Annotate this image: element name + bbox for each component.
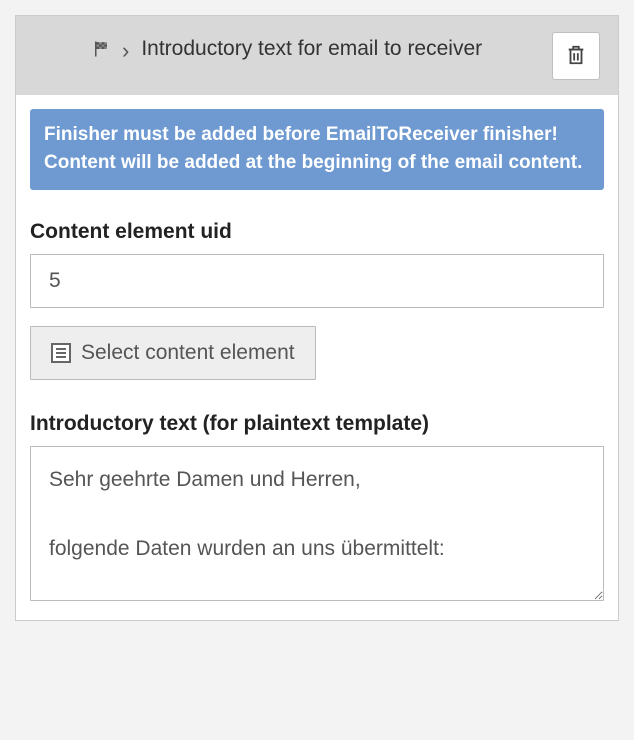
uid-input[interactable] bbox=[30, 254, 604, 308]
chevron-right-icon: › bbox=[122, 36, 129, 67]
select-content-element-button[interactable]: Select content element bbox=[30, 326, 316, 380]
finisher-panel: › Introductory text for email to receive… bbox=[15, 15, 619, 621]
panel-header: › Introductory text for email to receive… bbox=[16, 16, 618, 95]
panel-body: Finisher must be added before EmailToRec… bbox=[16, 95, 618, 620]
select-content-element-label: Select content element bbox=[81, 341, 295, 365]
introtext-label: Introductory text (for plaintext templat… bbox=[30, 412, 604, 436]
uid-label: Content element uid bbox=[30, 220, 604, 244]
introtext-textarea[interactable] bbox=[30, 446, 604, 601]
content-element-icon bbox=[51, 343, 71, 363]
flag-icon bbox=[92, 37, 110, 66]
delete-button[interactable] bbox=[552, 32, 600, 80]
info-message: Finisher must be added before EmailToRec… bbox=[30, 109, 604, 190]
breadcrumb-title: Introductory text for email to receiver bbox=[141, 34, 528, 63]
breadcrumb: › Introductory text for email to receive… bbox=[92, 34, 528, 67]
trash-icon bbox=[565, 43, 587, 70]
